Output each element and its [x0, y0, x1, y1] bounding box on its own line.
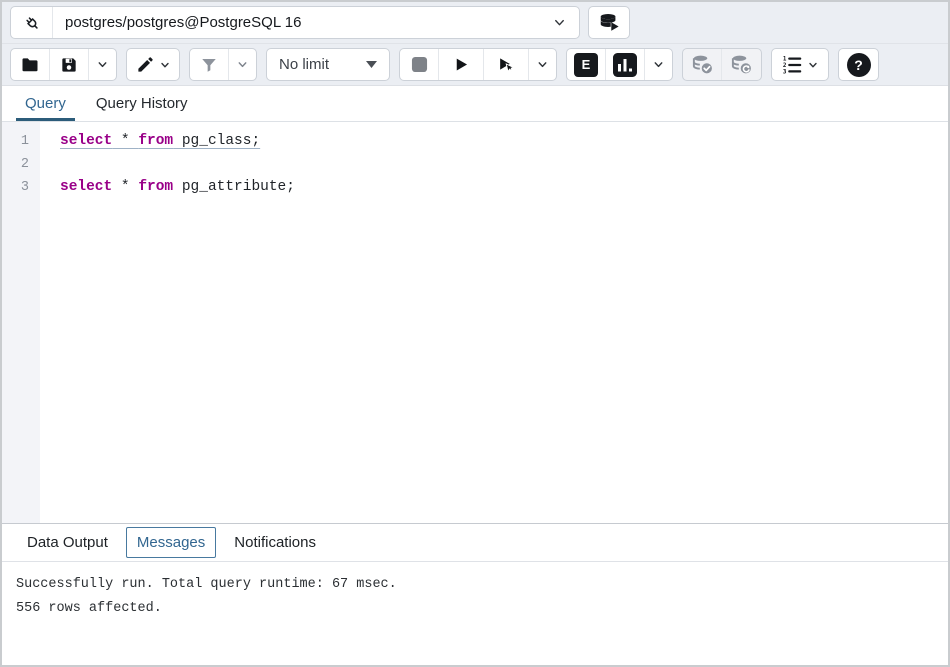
editor-gutter: 1 2 3: [2, 122, 40, 523]
help-button[interactable]: ?: [839, 49, 878, 80]
chevron-down-icon: [536, 58, 549, 71]
svg-text:1: 1: [783, 56, 787, 62]
connection-bar: postgres/postgres@PostgreSQL 16: [2, 2, 948, 44]
line-number: 2: [2, 153, 40, 176]
execute-play-icon: [452, 55, 471, 74]
explain-icon: E: [574, 53, 598, 77]
connection-select[interactable]: postgres/postgres@PostgreSQL 16: [10, 6, 580, 39]
executed-query: select * from pg_class;: [60, 133, 260, 149]
message-line: Successfully run. Total query runtime: 6…: [16, 573, 934, 597]
open-file-icon: [20, 55, 40, 75]
results-tabbar: Data Output Messages Notifications: [2, 523, 948, 562]
toolbar: No limit E: [2, 44, 948, 86]
execute-menu-button[interactable]: [529, 49, 556, 80]
messages-panel: Successfully run. Total query runtime: 6…: [2, 562, 948, 665]
execute-button[interactable]: [439, 49, 484, 80]
code-line: select * from pg_attribute;: [60, 176, 948, 199]
chevron-down-icon: [552, 15, 579, 30]
filter-button[interactable]: [190, 49, 229, 80]
chevron-down-icon: [96, 58, 109, 71]
select-arrow-icon: [366, 61, 377, 68]
new-connection-button[interactable]: [588, 6, 630, 39]
sql-text: pg_attribute;: [173, 179, 295, 195]
transaction-button-group: [682, 48, 762, 81]
commit-button[interactable]: [683, 49, 722, 80]
database-new-connection-icon: [598, 12, 620, 34]
edit-pencil-icon: [136, 55, 155, 74]
editor-tabbar: Query Query History: [2, 86, 948, 122]
explain-analyze-button[interactable]: [606, 49, 645, 80]
execute-from-cursor-icon: [496, 55, 516, 75]
message-line: 556 rows affected.: [16, 597, 934, 621]
tab-query[interactable]: Query: [16, 86, 75, 121]
execute-from-cursor-button[interactable]: [484, 49, 529, 80]
help-button-group: ?: [838, 48, 879, 81]
explain-button[interactable]: E: [567, 49, 606, 80]
tab-notifications[interactable]: Notifications: [223, 527, 327, 558]
macros-list-icon: 123: [781, 55, 803, 75]
row-limit-value: No limit: [279, 56, 329, 73]
open-file-button[interactable]: [11, 49, 50, 80]
stop-icon: [411, 56, 428, 73]
connection-value: postgres/postgres@PostgreSQL 16: [53, 14, 552, 31]
sql-keyword: from: [138, 133, 173, 149]
line-number: 1: [2, 130, 40, 153]
tab-data-output[interactable]: Data Output: [16, 527, 119, 558]
chevron-down-icon: [652, 58, 665, 71]
svg-text:3: 3: [783, 69, 787, 75]
row-limit-select[interactable]: No limit: [266, 48, 390, 81]
macros-menu-button[interactable]: 123: [772, 49, 828, 80]
explain-button-group: E: [566, 48, 673, 81]
sql-text: *: [112, 133, 138, 149]
sql-keyword: from: [138, 179, 173, 195]
filter-menu-button[interactable]: [229, 49, 256, 80]
tab-messages[interactable]: Messages: [126, 527, 216, 558]
rollback-icon: [730, 53, 753, 76]
sql-editor[interactable]: 1 2 3 select * from pg_class; select * f…: [2, 122, 948, 523]
file-button-group: [10, 48, 117, 81]
chevron-down-icon: [807, 59, 819, 71]
edit-menu-button[interactable]: [127, 49, 179, 80]
svg-text:2: 2: [783, 63, 787, 69]
sql-keyword: select: [60, 133, 112, 149]
sql-text: pg_class;: [173, 133, 260, 149]
execute-button-group: [399, 48, 557, 81]
save-button[interactable]: [50, 49, 89, 80]
sql-keyword: select: [60, 179, 112, 195]
save-menu-button[interactable]: [89, 49, 116, 80]
chevron-down-icon: [236, 58, 249, 71]
stop-button[interactable]: [400, 49, 439, 80]
query-tool-window: postgres/postgres@PostgreSQL 16: [0, 0, 950, 667]
sql-text: *: [112, 179, 138, 195]
line-number: 3: [2, 176, 40, 199]
chevron-down-icon: [159, 59, 171, 71]
code-line: [60, 153, 948, 176]
code-line: select * from pg_class;: [60, 130, 948, 153]
commit-icon: [691, 53, 714, 76]
editor-code-area[interactable]: select * from pg_class; select * from pg…: [40, 122, 948, 523]
help-icon: ?: [847, 53, 871, 77]
connection-plug-icon: [11, 7, 53, 38]
filter-icon: [200, 56, 218, 74]
rollback-button[interactable]: [722, 49, 761, 80]
explain-analyze-icon: [613, 53, 637, 77]
tab-query-history[interactable]: Query History: [87, 86, 197, 121]
filter-button-group: [189, 48, 257, 81]
macro-button-group: 123: [771, 48, 829, 81]
edit-button-group: [126, 48, 180, 81]
explain-menu-button[interactable]: [645, 49, 672, 80]
save-icon: [59, 55, 79, 75]
